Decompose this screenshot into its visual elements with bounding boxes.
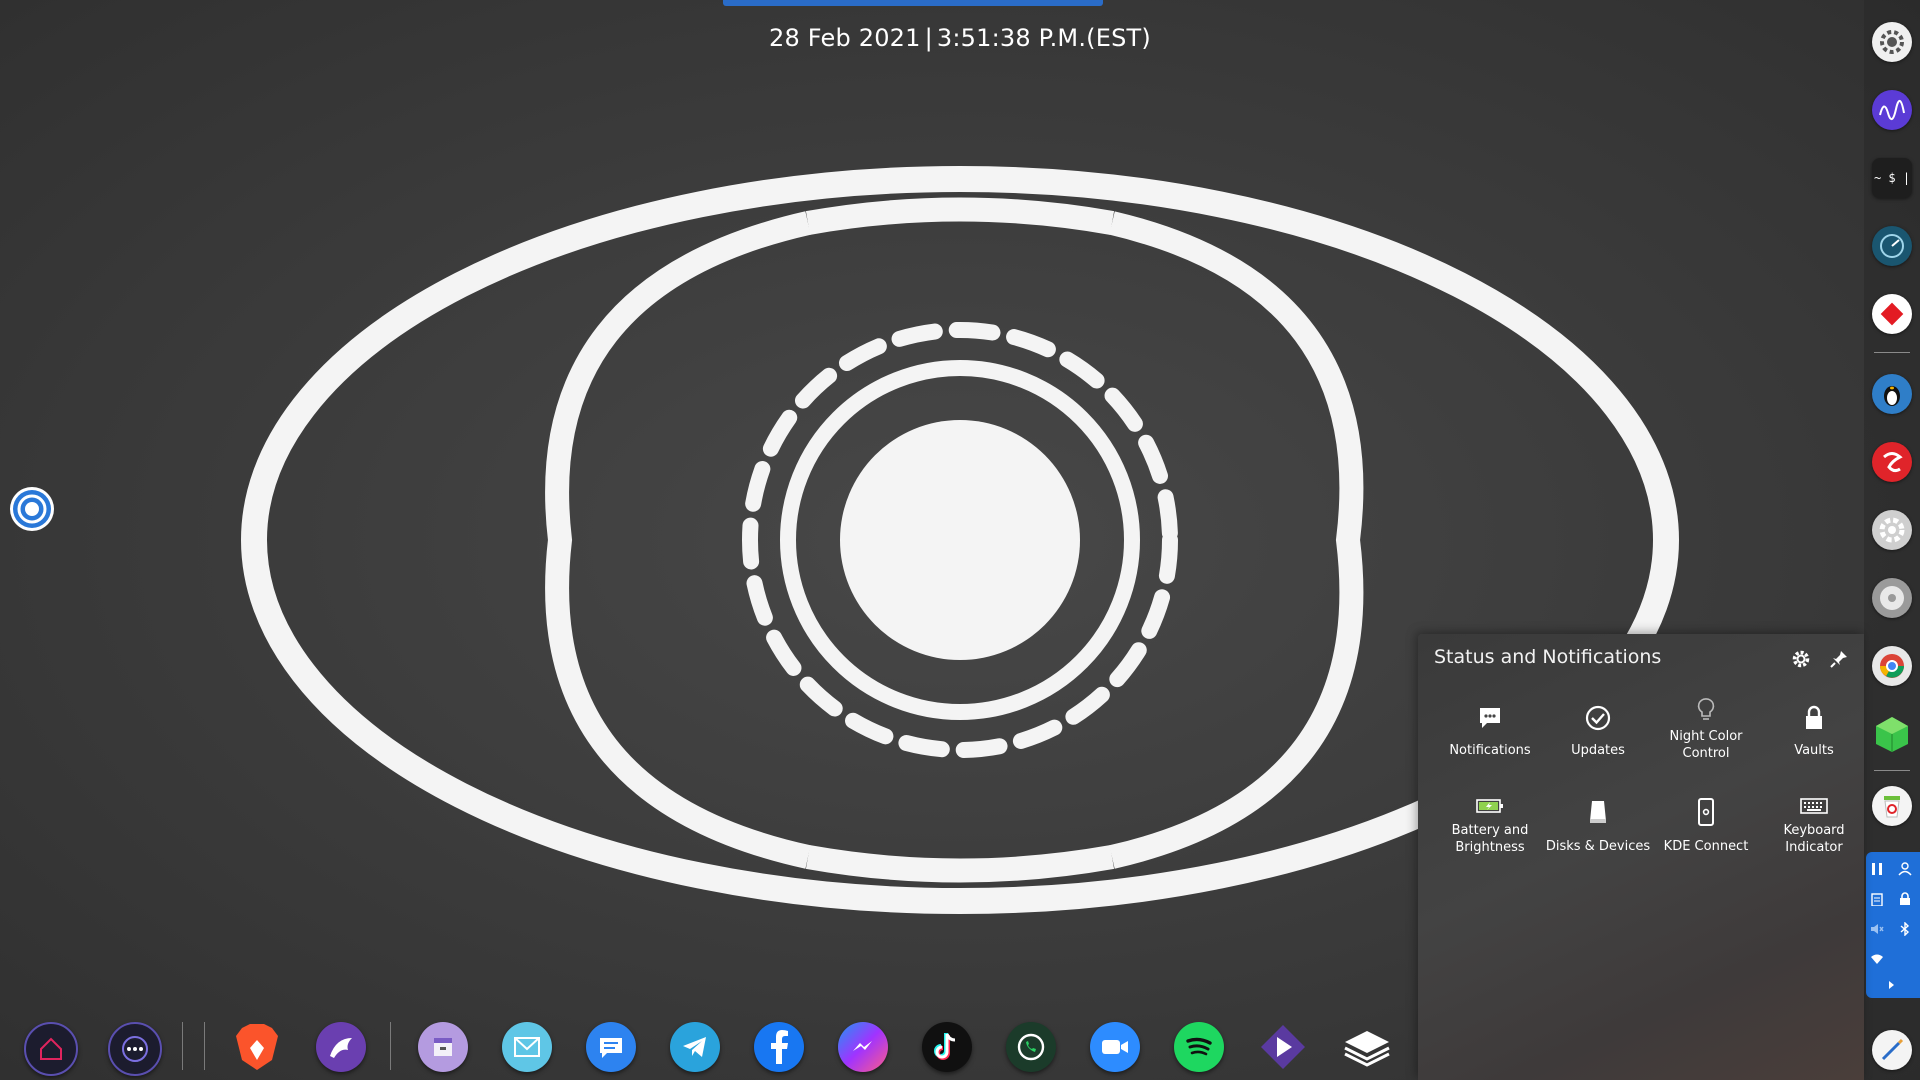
settings-cog-icon[interactable] [1872, 22, 1912, 62]
pause-icon[interactable] [1866, 858, 1888, 880]
eagle-icon[interactable] [316, 1022, 366, 1072]
disc-icon[interactable] [1872, 578, 1912, 618]
floating-ring-widget-icon[interactable] [9, 486, 55, 532]
lock-icon[interactable] [1894, 888, 1916, 910]
keyboard-icon [1800, 792, 1828, 820]
tile-label: Vaults [1794, 743, 1834, 758]
telegram-icon[interactable] [670, 1022, 720, 1072]
more-apps-icon[interactable] [108, 1022, 162, 1076]
tile-disks-devices[interactable]: Disks & Devices [1544, 798, 1652, 888]
messenger-icon[interactable] [838, 1022, 888, 1072]
date-time-display[interactable]: 28 Feb 2021 | 3:51:38 P.M.(EST) [0, 24, 1920, 52]
expand-arrow-icon[interactable] [1880, 974, 1902, 996]
status-notifications-popup: Status and Notifications Notifications U… [1418, 634, 1864, 1080]
play-arrow-icon[interactable] [1258, 1022, 1308, 1072]
tile-label: Disks & Devices [1545, 839, 1651, 854]
tile-updates[interactable]: Updates [1544, 704, 1652, 794]
trash-icon[interactable] [1872, 786, 1912, 826]
clock-separator: | [924, 24, 933, 52]
tile-kde-connect[interactable]: KDE Connect [1652, 798, 1760, 888]
tile-battery-brightness[interactable]: Battery and Brightness [1436, 792, 1544, 882]
tile-keyboard-indicator[interactable]: Keyboard Indicator [1760, 792, 1868, 882]
mail-icon[interactable] [502, 1022, 552, 1072]
penguin-icon[interactable] [1872, 374, 1912, 414]
check-circle-icon [1584, 704, 1612, 732]
gear-icon[interactable] [1788, 646, 1814, 672]
popup-title: Status and Notifications [1434, 646, 1662, 668]
dock-separator [204, 1022, 205, 1070]
messages-icon[interactable] [586, 1022, 636, 1072]
speedometer-icon[interactable] [1872, 226, 1912, 266]
red-diamond-icon[interactable] [1872, 294, 1912, 334]
light-bulb-icon [1692, 696, 1720, 724]
brave-browser-icon[interactable] [232, 1022, 282, 1072]
chat-bubble-icon [1476, 704, 1504, 732]
tile-notifications[interactable]: Notifications [1436, 704, 1544, 794]
terminal-icon[interactable]: ~ $ | [1872, 158, 1912, 198]
tile-label: Night Color Control [1669, 729, 1743, 761]
dock-separator [390, 1022, 391, 1070]
tile-night-color-control[interactable]: Night Color Control [1652, 696, 1760, 786]
tile-label: Keyboard Indicator [1783, 823, 1845, 855]
bluetooth-icon[interactable] [1894, 918, 1916, 940]
pin-icon[interactable] [1826, 646, 1852, 672]
tile-label: Updates [1571, 743, 1625, 758]
phone-icon [1692, 798, 1720, 826]
home-icon[interactable] [24, 1022, 78, 1076]
disk-icon [1584, 798, 1612, 826]
dock-separator [182, 1022, 183, 1070]
clipboard-icon[interactable] [1866, 888, 1888, 910]
pen-icon[interactable] [1872, 1030, 1912, 1070]
user-icon[interactable] [1894, 858, 1916, 880]
desktop: 28 Feb 2021 | 3:51:38 P.M.(EST) ~ $ | St… [0, 0, 1920, 1080]
tiktok-icon[interactable] [922, 1022, 972, 1072]
wifi-icon[interactable] [1866, 948, 1888, 970]
chrome-icon[interactable] [1872, 646, 1912, 686]
facebook-icon[interactable] [754, 1022, 804, 1072]
right-panel-divider [1874, 352, 1910, 353]
tile-vaults[interactable]: Vaults [1760, 704, 1868, 794]
green-cube-icon[interactable] [1872, 714, 1912, 754]
spotify-icon[interactable] [1174, 1022, 1224, 1072]
waveform-icon[interactable] [1872, 90, 1912, 130]
right-panel-divider [1874, 770, 1910, 771]
lock-icon [1800, 704, 1828, 732]
tile-label: KDE Connect [1663, 839, 1749, 854]
red-swirl-icon[interactable] [1872, 442, 1912, 482]
whatsapp-icon[interactable] [1006, 1022, 1056, 1072]
archive-icon[interactable] [418, 1022, 468, 1072]
terminal-label: ~ $ | [1873, 171, 1911, 185]
system-settings-icon[interactable] [1872, 510, 1912, 550]
clock-date: 28 Feb 2021 [769, 24, 921, 52]
zoom-icon[interactable] [1090, 1022, 1140, 1072]
battery-icon [1476, 792, 1504, 820]
tile-label: Notifications [1449, 743, 1531, 758]
layers-icon[interactable] [1342, 1022, 1392, 1072]
volume-muted-icon[interactable] [1866, 918, 1888, 940]
clock-time: 3:51:38 P.M.(EST) [936, 24, 1151, 52]
tile-label: Battery and Brightness [1451, 823, 1529, 855]
